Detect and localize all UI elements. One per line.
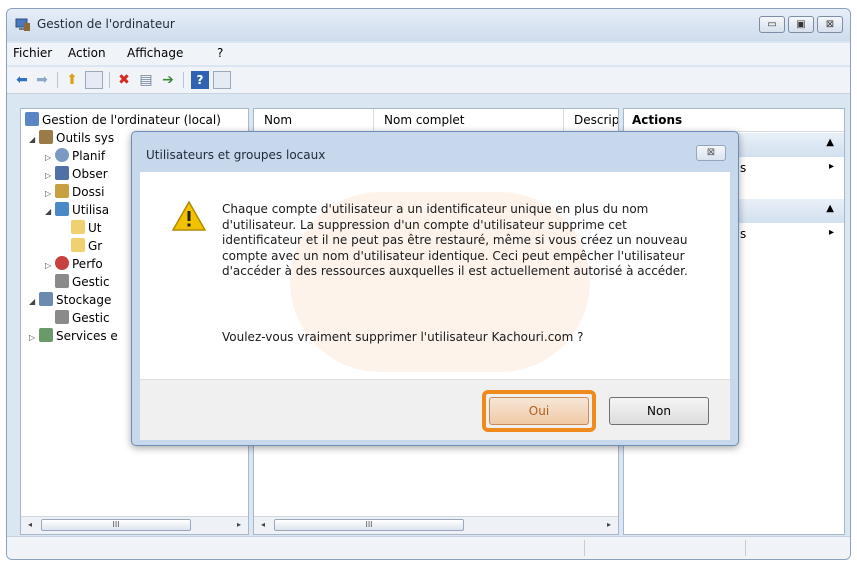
tree-item-dossi[interactable]: ▷ Dossi	[45, 183, 104, 201]
status-separator	[584, 540, 585, 556]
show-hide-tree-icon[interactable]	[85, 71, 103, 89]
toolbar: ⬅ ➡ ⬆ ✖ ▤ ➔ ?	[7, 67, 850, 94]
tree-item-label: Planif	[72, 149, 106, 163]
dialog-title: Utilisateurs et groupes locaux	[146, 148, 326, 162]
tree-item-label: Gr	[88, 239, 103, 253]
menu-help[interactable]: ?	[217, 46, 223, 60]
scroll-right-icon[interactable]: ▸	[233, 519, 245, 531]
dialog-close-button[interactable]: ⊠	[696, 145, 726, 161]
expand-arrow-icon[interactable]: ▷	[29, 329, 39, 347]
status-separator	[745, 540, 746, 556]
performance-icon	[55, 256, 69, 270]
tree-item-gr[interactable]: Gr	[71, 237, 102, 255]
help-icon[interactable]: ?	[191, 71, 209, 89]
computer-icon	[25, 112, 39, 126]
tree-item-label: Obser	[72, 167, 108, 181]
status-bar	[7, 536, 850, 559]
expand-arrow-icon[interactable]: ◢	[45, 203, 55, 221]
tree-item-obser[interactable]: ▷ Obser	[45, 165, 108, 183]
tree-item-label: Outils sys	[56, 131, 115, 145]
collapse-icon[interactable]: ▲	[826, 203, 834, 214]
maximize-button[interactable]: ▣	[788, 16, 814, 33]
toolbar-separator	[109, 72, 110, 88]
column-header-nom-complet[interactable]: Nom complet	[374, 109, 564, 131]
back-arrow-icon[interactable]: ⬅	[13, 71, 31, 89]
tree-item-perfo[interactable]: ▷ Perfo	[45, 255, 103, 273]
properties-icon[interactable]: ▤	[137, 71, 155, 89]
warning-icon	[172, 200, 206, 231]
expand-arrow-icon[interactable]: ▷	[45, 257, 55, 275]
action-pane-icon[interactable]	[213, 71, 231, 89]
toolbar-separator	[57, 72, 58, 88]
scroll-left-icon[interactable]: ◂	[257, 519, 269, 531]
tree-item-label: Perfo	[72, 257, 103, 271]
scroll-right-icon[interactable]: ▸	[603, 519, 615, 531]
menu-affichage[interactable]: Affichage	[127, 46, 183, 60]
users-icon	[55, 202, 69, 216]
forward-arrow-icon[interactable]: ➡	[33, 71, 51, 89]
expand-arrow-icon[interactable]: ◢	[29, 293, 39, 311]
dialog-question: Voulez-vous vraiment supprimer l'utilisa…	[222, 330, 584, 344]
minimize-button[interactable]: ▭	[759, 16, 785, 33]
scroll-thumb[interactable]: III	[274, 519, 464, 531]
column-header-nom[interactable]: Nom	[254, 109, 374, 131]
submenu-arrow-icon[interactable]: ▸	[829, 161, 834, 172]
storage-icon	[39, 292, 53, 306]
event-viewer-icon	[55, 166, 69, 180]
tree-root-label: Gestion de l'ordinateur (local)	[42, 113, 221, 127]
menu-fichier[interactable]: Fichier	[13, 46, 52, 60]
window-title: Gestion de l'ordinateur	[37, 17, 175, 31]
tree-item-label: Gestic	[72, 275, 110, 289]
clock-icon	[55, 148, 69, 162]
collapse-icon[interactable]: ▲	[826, 137, 834, 148]
tree-item-outils[interactable]: ◢ Outils sys	[29, 129, 114, 147]
non-button[interactable]: Non	[609, 397, 709, 425]
confirm-delete-dialog: Utilisateurs et groupes locaux ⊠ Chaque …	[131, 131, 739, 446]
tree-item-utilisa[interactable]: ◢ Utilisa	[45, 201, 109, 219]
actions-title: Actions	[624, 109, 844, 132]
delete-icon[interactable]: ✖	[115, 71, 133, 89]
menu-bar: Fichier Action Affichage ?	[7, 43, 850, 65]
expand-arrow-icon[interactable]: ◢	[29, 131, 39, 149]
dialog-footer: Oui Non	[140, 379, 730, 440]
export-icon[interactable]: ➔	[159, 71, 177, 89]
tree-item-label: Services e	[56, 329, 118, 343]
scroll-left-icon[interactable]: ◂	[24, 519, 36, 531]
tree-item-label: Dossi	[72, 185, 105, 199]
folder-icon	[71, 220, 85, 234]
up-folder-icon[interactable]: ⬆	[63, 71, 81, 89]
tree-hscrollbar[interactable]: ◂ III ▸	[21, 516, 248, 534]
list-hscrollbar[interactable]: ◂ III ▸	[254, 516, 618, 534]
tree-item-gestic-disk[interactable]: Gestic	[55, 309, 110, 327]
tree-item-planif[interactable]: ▷ Planif	[45, 147, 105, 165]
dialog-body: Chaque compte d'utilisateur a un identif…	[140, 172, 730, 379]
tree-item-label: Utilisa	[72, 203, 110, 217]
tree-item-label: Stockage	[56, 293, 112, 307]
action-row-label: s	[740, 161, 747, 175]
computer-management-icon	[15, 18, 30, 31]
shared-folder-icon	[55, 184, 69, 198]
tree-item-services[interactable]: ▷ Services e	[29, 327, 118, 345]
tree-item-gestic[interactable]: Gestic	[55, 273, 110, 291]
scroll-thumb[interactable]: III	[41, 519, 191, 531]
column-header-description[interactable]: Descrip	[564, 109, 618, 131]
toolbar-separator	[183, 72, 184, 88]
folder-icon	[71, 238, 85, 252]
close-button[interactable]: ⊠	[817, 16, 843, 33]
device-manager-icon	[55, 274, 69, 288]
dialog-message: Chaque compte d'utilisateur a un identif…	[222, 202, 688, 278]
tree-item-ut[interactable]: Ut	[71, 219, 102, 237]
action-row-label: s	[740, 227, 747, 241]
disk-management-icon	[55, 310, 69, 324]
tools-icon	[39, 130, 53, 144]
tree-item-label: Gestic	[72, 311, 110, 325]
submenu-arrow-icon[interactable]: ▸	[829, 227, 834, 238]
title-bar: Gestion de l'ordinateur ▭ ▣ ⊠	[7, 9, 850, 41]
oui-button[interactable]: Oui	[489, 397, 589, 425]
tree-item-stockage[interactable]: ◢ Stockage	[29, 291, 111, 309]
menu-action[interactable]: Action	[68, 46, 106, 60]
tree-item-label: Ut	[88, 221, 102, 235]
tree-root[interactable]: Gestion de l'ordinateur (local)	[25, 111, 221, 129]
services-icon	[39, 328, 53, 342]
